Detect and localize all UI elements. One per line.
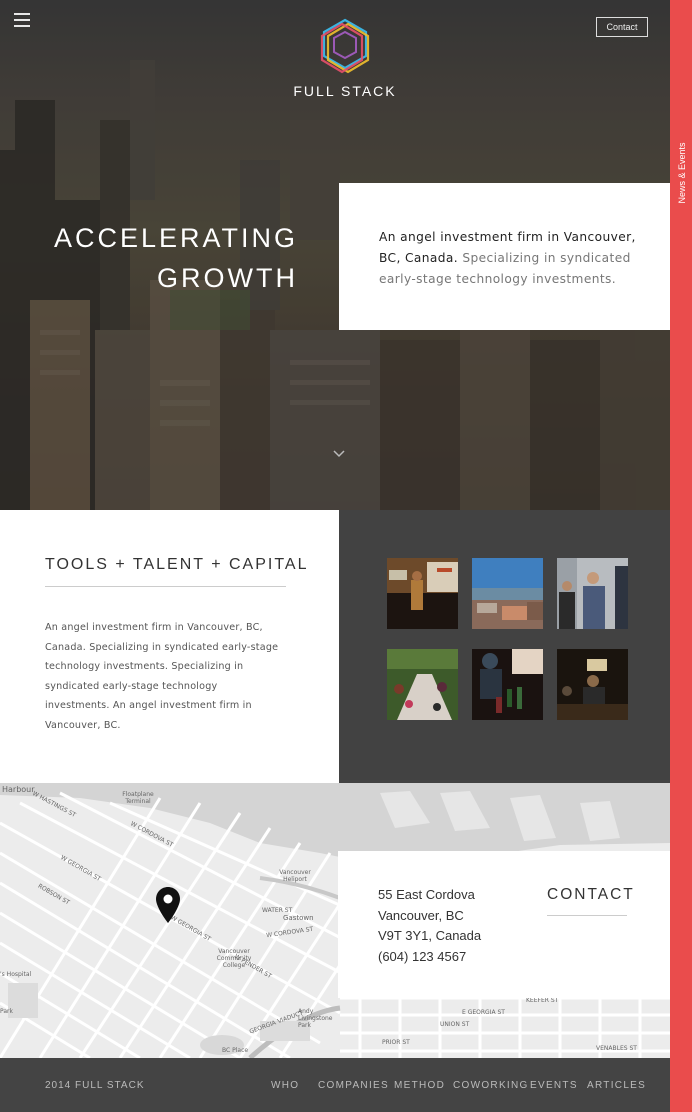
street-label: UNION ST — [440, 1021, 470, 1028]
contact-card: 55 East Cordova Vancouver, BC V9T 3Y1, C… — [338, 851, 670, 998]
street-label: WATER ST — [262, 907, 293, 914]
map-label-bc-place: BC Place — [222, 1047, 249, 1054]
news-events-label: News & Events — [677, 142, 687, 204]
divider — [45, 586, 286, 587]
brand-name: FULL STACK — [293, 83, 397, 99]
map-label-livingstone: Andy Livingstone Park — [298, 1008, 333, 1029]
gallery-photo-speaker[interactable] — [387, 558, 458, 629]
copyright-text: 2014 FULL STACK — [45, 1080, 145, 1091]
street-label: E GEORGIA ST — [462, 1009, 505, 1016]
address-line-3: V9T 3Y1, Canada — [378, 928, 482, 943]
gallery-photo-crowd[interactable] — [472, 649, 543, 720]
address-line-1: 55 East Cordova — [378, 887, 475, 902]
footer-link-method[interactable]: METHOD — [394, 1080, 445, 1091]
footer-link-who[interactable]: WHO — [271, 1080, 299, 1091]
gallery-photo-dinner[interactable] — [387, 649, 458, 720]
headline-line-2: GROWTH — [157, 263, 298, 293]
map-label-park: Park — [0, 1008, 13, 1015]
address-line-2: Vancouver, BC — [378, 907, 464, 923]
tools-title: TOOLS + TALENT + CAPITAL — [45, 556, 309, 573]
address-block: 55 East Cordova Vancouver, BC V9T 3Y1, C… — [378, 885, 481, 967]
intro-text: An angel investment firm in Vancouver, B… — [379, 227, 642, 290]
map-label-gastown: Gastown — [283, 914, 314, 922]
gallery-photo-panel[interactable] — [557, 649, 628, 720]
footer-link-companies[interactable]: COMPANIES — [318, 1080, 389, 1091]
contact-heading: CONTACT — [547, 886, 635, 903]
contact-button[interactable]: Contact — [596, 17, 648, 37]
hero-headline: ACCELERATING GROWTH — [40, 218, 298, 298]
gallery-photo-harbour[interactable] — [472, 558, 543, 629]
phone-number[interactable]: (604) 123 4567 — [378, 947, 481, 968]
footer-link-events[interactable]: EVENTS — [530, 1080, 578, 1091]
news-events-tab[interactable]: News & Events — [670, 0, 692, 1112]
tools-section: TOOLS + TALENT + CAPITAL An angel invest… — [0, 510, 339, 783]
map-label-floatplane: Floatplane Terminal — [122, 791, 154, 805]
intro-card: An angel investment firm in Vancouver, B… — [339, 183, 670, 330]
street-label: PRIOR ST — [382, 1039, 410, 1046]
tools-body: An angel investment firm in Vancouver, B… — [45, 622, 279, 731]
map-pin-icon[interactable] — [155, 886, 181, 924]
street-label: KEEFER ST — [526, 997, 559, 1004]
divider — [547, 915, 627, 916]
map-label-hospital: 's Hospital — [0, 971, 32, 978]
chevron-down-icon[interactable] — [333, 450, 345, 458]
footer: 2014 FULL STACK WHO COMPANIES METHOD COW… — [0, 1058, 670, 1112]
headline-line-1: ACCELERATING — [53, 223, 298, 253]
footer-link-coworking[interactable]: COWORKING — [453, 1080, 529, 1091]
gallery-photo-networking[interactable] — [557, 558, 628, 629]
map-label-harbour: Harbour — [2, 785, 35, 794]
menu-icon[interactable] — [14, 13, 30, 27]
full-stack-logo[interactable] — [318, 18, 372, 74]
footer-link-articles[interactable]: ARTICLES — [587, 1080, 646, 1091]
photo-gallery — [339, 510, 670, 783]
street-label: VENABLES ST — [596, 1045, 637, 1052]
map-label-heliport: Vancouver Heliport — [279, 869, 311, 883]
